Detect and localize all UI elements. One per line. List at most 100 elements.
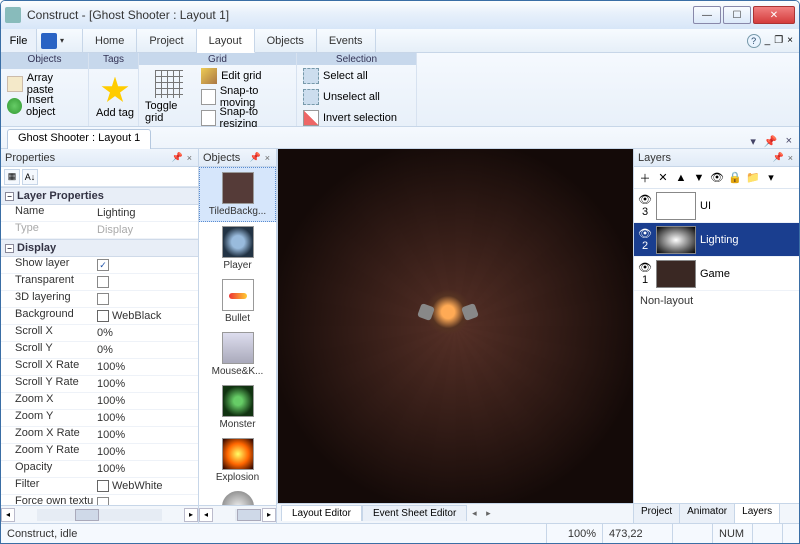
mdi-close-icon[interactable]: × — [787, 35, 793, 46]
unselect-all-button[interactable]: Unselect all — [303, 88, 397, 106]
scroll-left-icon[interactable]: ◂ — [1, 508, 15, 522]
tab-project[interactable]: Project — [137, 29, 196, 52]
layer-row-lighting[interactable]: 👁2 Lighting — [634, 223, 799, 257]
snap-resizing-button[interactable]: Snap-to resizing — [201, 109, 290, 127]
tab-nav-left-icon[interactable]: ◂ — [467, 508, 481, 519]
save-icon[interactable] — [41, 33, 57, 49]
object-item-tiledbackground[interactable]: TiledBackg... — [199, 167, 276, 222]
pin-icon[interactable]: 📌 — [170, 152, 185, 163]
scroll-right-icon[interactable]: ▸ — [184, 508, 198, 522]
tab-close-icon[interactable]: × — [783, 135, 795, 148]
property-row: Scroll X0% — [1, 325, 198, 342]
close-icon[interactable]: × — [786, 153, 795, 163]
pin-icon[interactable]: 📌 — [248, 152, 263, 163]
snap-moving-button[interactable]: Snap-to moving — [201, 88, 290, 106]
toggle-grid-button[interactable]: Toggle grid — [145, 70, 193, 124]
mdi-restore-icon[interactable]: ❐ — [774, 35, 783, 46]
qat-dropdown-icon[interactable]: ▾ — [60, 36, 70, 45]
sort-az-icon[interactable]: A↓ — [22, 169, 38, 185]
object-item-explosion[interactable]: Explosion — [199, 434, 276, 487]
status-zoom[interactable]: 100% — [547, 524, 603, 543]
tab-project-panel[interactable]: Project — [634, 504, 680, 523]
tab-layout-editor[interactable]: Layout Editor — [281, 505, 362, 521]
visibility-icon[interactable]: 👁 — [709, 170, 725, 186]
panel-header[interactable]: Properties 📌× — [1, 149, 198, 167]
tab-events[interactable]: Events — [317, 29, 376, 52]
object-item[interactable] — [199, 487, 276, 505]
checkbox-icon — [97, 497, 109, 505]
edit-grid-button[interactable]: Edit grid — [201, 67, 290, 85]
canvas-viewport[interactable] — [277, 149, 633, 503]
minimize-button[interactable]: — — [693, 6, 721, 24]
tab-animator-panel[interactable]: Animator — [680, 504, 735, 523]
scrollbar-track[interactable] — [37, 509, 162, 521]
tab-nav-right-icon[interactable]: ▸ — [481, 508, 495, 519]
monster-sprite[interactable] — [425, 289, 471, 335]
tab-objects[interactable]: Objects — [255, 29, 317, 52]
add-layer-icon[interactable]: ＋ — [637, 170, 653, 186]
add-tag-button[interactable]: Add tag — [95, 77, 135, 119]
pin-icon[interactable]: 📌 — [771, 152, 786, 163]
scroll-left-icon[interactable]: ◂ — [199, 508, 213, 522]
property-row: BackgroundWebBlack — [1, 308, 198, 325]
layer-row-ui[interactable]: 👁3 UI — [634, 189, 799, 223]
invert-selection-button[interactable]: Invert selection — [303, 109, 397, 127]
tab-layers-panel[interactable]: Layers — [735, 504, 780, 523]
close-icon[interactable]: × — [263, 153, 272, 163]
layer-row-game[interactable]: 👁1 Game — [634, 257, 799, 291]
object-icon — [222, 172, 254, 204]
scrollbar-thumb[interactable] — [75, 509, 99, 521]
insert-object-button[interactable]: Insert object — [7, 97, 82, 115]
mdi-minimize-icon[interactable]: _ — [765, 35, 771, 46]
lock-icon[interactable]: 🔒 — [727, 170, 743, 186]
move-up-icon[interactable]: ▲ — [673, 170, 689, 186]
maximize-button[interactable]: ☐ — [723, 6, 751, 24]
property-row: Zoom Y Rate100% — [1, 444, 198, 461]
tab-pin-icon[interactable]: 📌 — [761, 135, 781, 148]
eye-icon[interactable]: 👁 — [638, 193, 652, 206]
window-title: Construct - [Ghost Shooter : Layout 1] — [27, 8, 693, 22]
tab-home[interactable]: Home — [83, 29, 137, 52]
panel-scrollbar[interactable]: ◂ ▸ — [199, 505, 276, 523]
eye-icon[interactable]: 👁 — [638, 227, 652, 240]
non-layout-label: Non-layout — [634, 291, 799, 311]
select-all-button[interactable]: Select all — [303, 67, 397, 85]
object-item-mouse[interactable]: Mouse&K... — [199, 328, 276, 381]
object-item-bullet[interactable]: Bullet — [199, 275, 276, 328]
layers-list[interactable]: 👁3 UI 👁2 Lighting 👁1 Game Non-layout — [634, 189, 799, 503]
objects-list[interactable]: TiledBackg... Player Bullet Mouse&K... M… — [199, 167, 276, 505]
property-category[interactable]: −Display — [1, 239, 198, 257]
delete-layer-icon[interactable]: ✕ — [655, 170, 671, 186]
move-down-icon[interactable]: ▼ — [691, 170, 707, 186]
folder-icon[interactable]: 📁 — [745, 170, 761, 186]
properties-grid[interactable]: −Layer Properties NameLighting TypeDispl… — [1, 187, 198, 505]
layer-thumbnail — [656, 192, 696, 220]
app-icon — [5, 7, 21, 23]
object-item-player[interactable]: Player — [199, 222, 276, 275]
property-category[interactable]: −Layer Properties — [1, 187, 198, 205]
layer-dropdown-icon[interactable]: ▾ — [763, 170, 779, 186]
panel-title: Objects — [203, 152, 240, 164]
object-icon — [222, 226, 254, 258]
grid-icon — [155, 70, 183, 98]
panel-scrollbar[interactable]: ◂ ▸ — [1, 505, 198, 523]
file-menu[interactable]: File — [1, 29, 37, 52]
panel-header[interactable]: Layers 📌× — [634, 149, 799, 167]
document-tab[interactable]: Ghost Shooter : Layout 1 — [7, 129, 151, 149]
tab-dropdown-icon[interactable]: ▾ — [747, 135, 759, 148]
scrollbar-thumb[interactable] — [237, 509, 261, 521]
panel-header[interactable]: Objects 📌× — [199, 149, 276, 167]
scroll-right-icon[interactable]: ▸ — [262, 508, 276, 522]
eye-icon[interactable]: 👁 — [638, 261, 652, 274]
array-paste-button[interactable]: Array paste — [7, 75, 82, 93]
close-button[interactable]: ✕ — [753, 6, 795, 24]
help-icon[interactable]: ? — [747, 34, 761, 48]
tab-layout[interactable]: Layout — [197, 29, 255, 53]
categorize-icon[interactable]: ▦ — [4, 169, 20, 185]
tab-event-sheet-editor[interactable]: Event Sheet Editor — [362, 505, 467, 521]
close-icon[interactable]: × — [185, 153, 194, 163]
scrollbar-track[interactable] — [235, 509, 240, 521]
object-item-monster[interactable]: Monster — [199, 381, 276, 434]
titlebar[interactable]: Construct - [Ghost Shooter : Layout 1] —… — [1, 1, 799, 29]
checkbox-icon — [97, 293, 109, 305]
